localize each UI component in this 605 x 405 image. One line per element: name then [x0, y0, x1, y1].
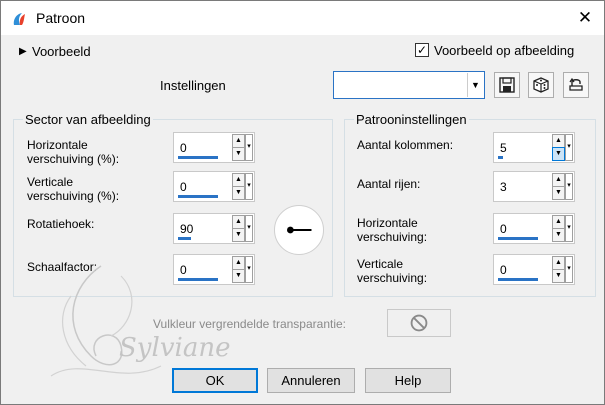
horizontal-offset-stepper[interactable]: ▲ ▼ ▾ [232, 133, 254, 162]
pattern-label-columns: Aantal kolommen: [357, 138, 454, 152]
rotation-dial[interactable] [274, 205, 324, 255]
preview-on-image-checkbox[interactable]: ✓ [415, 43, 429, 57]
spin-up-icon[interactable]: ▲ [232, 256, 245, 270]
pattern-label-vertical: Verticale verschuiving: [357, 257, 428, 285]
scale-field[interactable]: 0 ▲ ▼ ▾ [173, 254, 255, 285]
scale-stepper[interactable]: ▲ ▼ ▾ [232, 255, 254, 284]
help-button[interactable]: Help [365, 368, 451, 393]
pattern-label-horizontal: Horizontale verschuiving: [357, 216, 428, 244]
spin-slider-icon[interactable]: ▾ [565, 256, 573, 283]
horizontal-offset-level [178, 156, 218, 159]
spin-down-icon[interactable]: ▼ [552, 186, 565, 200]
pattern-horizontal-value: 0 [500, 222, 507, 236]
cancel-button[interactable]: Annuleren [267, 368, 355, 393]
spin-slider-icon[interactable]: ▾ [565, 215, 573, 242]
spin-slider-icon[interactable]: ▾ [245, 215, 253, 242]
spin-slider-icon[interactable]: ▾ [565, 173, 573, 200]
pattern-vertical-field[interactable]: 0 ▲ ▼ ▾ [493, 254, 575, 285]
pattern-vertical-level [498, 278, 538, 281]
spin-down-icon[interactable]: ▼ [232, 269, 245, 283]
columns-value: 5 [500, 141, 507, 155]
spin-slider-icon[interactable]: ▾ [565, 134, 573, 161]
spin-up-icon[interactable]: ▲ [552, 134, 565, 148]
transparency-label: Vulkleur vergrendelde transparantie: [153, 317, 347, 331]
spin-down-icon[interactable]: ▼ [552, 228, 565, 242]
save-icon[interactable] [494, 72, 520, 98]
rotation-stepper[interactable]: ▲ ▼ ▾ [232, 214, 254, 243]
pattern-horizontal-stepper[interactable]: ▲ ▼ ▾ [552, 214, 574, 243]
spin-slider-icon[interactable]: ▾ [245, 173, 253, 200]
sector-group-title: Sector van afbeelding [23, 112, 153, 127]
vertical-offset-field[interactable]: 0 ▲ ▼ ▾ [173, 171, 255, 202]
vertical-offset-level [178, 195, 218, 198]
rows-value: 3 [500, 180, 507, 194]
preview-toggle[interactable]: Voorbeeld [32, 44, 91, 59]
watermark-flourish [50, 265, 162, 377]
spin-up-icon[interactable]: ▲ [552, 173, 565, 187]
rotation-needle-icon [287, 226, 312, 234]
horizontal-offset-value: 0 [180, 141, 187, 155]
reset-icon[interactable] [563, 72, 589, 98]
pattern-vertical-value: 0 [500, 263, 507, 277]
spin-down-icon[interactable]: ▼ [552, 269, 565, 283]
watermark-signature: Sylviane [119, 333, 231, 363]
rows-field[interactable]: 3 ▲ ▼ ▾ [493, 171, 575, 202]
spin-up-icon[interactable]: ▲ [232, 215, 245, 229]
sector-label-horizontal: Horizontale verschuiving (%): [27, 138, 120, 166]
spin-up-icon[interactable]: ▲ [552, 215, 565, 229]
spin-up-icon[interactable]: ▲ [232, 173, 245, 187]
rotation-level [178, 237, 191, 240]
close-icon[interactable]: ✕ [572, 6, 598, 30]
sector-label-vertical: Verticale verschuiving (%): [27, 175, 120, 203]
window-title: Patroon [36, 10, 86, 26]
paint-app-icon [13, 13, 25, 25]
pattern-vertical-stepper[interactable]: ▲ ▼ ▾ [552, 255, 574, 284]
vertical-offset-stepper[interactable]: ▲ ▼ ▾ [232, 172, 254, 201]
horizontal-offset-field[interactable]: 0 ▲ ▼ ▾ [173, 132, 255, 163]
pattern-group-title: Patrooninstellingen [354, 112, 469, 127]
pattern-dialog: Patroon ✕ ▶ Voorbeeld ✓ Voorbeeld op afb… [0, 0, 605, 405]
pattern-label-rows: Aantal rijen: [357, 177, 421, 191]
spin-down-icon[interactable]: ▼ [232, 228, 245, 242]
spin-slider-icon[interactable]: ▾ [245, 256, 253, 283]
columns-level [498, 156, 503, 159]
rotation-field[interactable]: 90 ▲ ▼ ▾ [173, 213, 255, 244]
spin-slider-icon[interactable]: ▾ [245, 134, 253, 161]
title-bar: Patroon ✕ [1, 1, 604, 35]
rows-stepper[interactable]: ▲ ▼ ▾ [552, 172, 574, 201]
pattern-horizontal-field[interactable]: 0 ▲ ▼ ▾ [493, 213, 575, 244]
spin-up-icon[interactable]: ▲ [232, 134, 245, 148]
columns-field[interactable]: 5 ▲ ▼ ▾ [493, 132, 575, 163]
no-symbol-icon[interactable] [387, 309, 451, 337]
rotation-value: 90 [180, 222, 194, 236]
chevron-down-icon: ▼ [467, 73, 483, 97]
scale-value: 0 [180, 263, 187, 277]
settings-label: Instellingen [160, 78, 226, 93]
dice-icon[interactable] [528, 72, 554, 98]
columns-stepper[interactable]: ▲ ▼ ▾ [552, 133, 574, 162]
vertical-offset-value: 0 [180, 180, 187, 194]
spin-down-icon[interactable]: ▼ [232, 147, 245, 161]
spin-down-icon[interactable]: ▼ [232, 186, 245, 200]
settings-select[interactable]: ▼ [333, 71, 485, 99]
sector-label-rotation: Rotatiehoek: [27, 217, 95, 231]
preview-on-image-label: Voorbeeld op afbeelding [434, 43, 575, 58]
ok-button[interactable]: OK [172, 368, 258, 393]
spin-up-icon[interactable]: ▲ [552, 256, 565, 270]
spin-down-icon[interactable]: ▼ [552, 147, 565, 161]
pattern-horizontal-level [498, 237, 538, 240]
preview-toggle-arrow-icon[interactable]: ▶ [19, 46, 27, 57]
scale-level [178, 278, 218, 281]
